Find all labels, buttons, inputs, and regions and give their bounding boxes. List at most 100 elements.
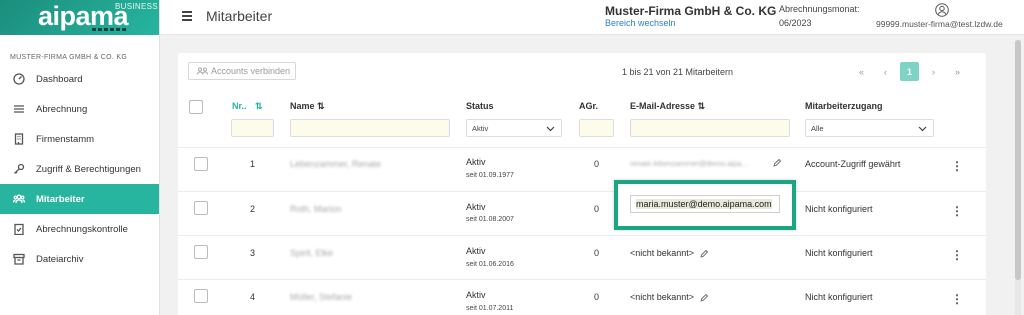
user-account-icon[interactable] xyxy=(935,3,949,17)
sidebar-item-mitarbeiter[interactable]: Mitarbeiter xyxy=(0,184,159,214)
row-email: <nicht bekannt> xyxy=(630,292,708,302)
pagination-summary: 1 bis 21 von 21 Mitarbeitern xyxy=(622,67,734,77)
row-checkbox[interactable] xyxy=(194,289,208,303)
filter-status-select[interactable]: Aktiv xyxy=(466,119,562,137)
sidebar-item-label: Abrechnung xyxy=(36,103,88,115)
row-agr: 0 xyxy=(594,159,600,169)
edit-email-icon[interactable] xyxy=(700,293,708,302)
pagination: « ‹ 1 › » xyxy=(852,62,972,81)
row-agr: 0 xyxy=(594,248,600,258)
row-email-value: <nicht bekannt> xyxy=(630,292,695,302)
chevron-down-icon xyxy=(918,126,927,132)
row-status: Aktiv xyxy=(466,202,486,212)
row-status: Aktiv xyxy=(466,246,486,256)
sidebar-item-dateiarchiv[interactable]: Dateiarchiv xyxy=(0,244,159,274)
row-status-since: seit 01.07.2011 xyxy=(466,305,514,312)
period-label: Abrechnungsmonat: xyxy=(779,4,860,14)
row-status: Aktiv xyxy=(466,157,486,167)
filter-agr-input[interactable] xyxy=(579,119,614,137)
users-icon xyxy=(12,192,26,206)
edit-email-icon[interactable] xyxy=(773,159,781,167)
next-page-button[interactable]: › xyxy=(924,62,943,81)
column-header-name[interactable]: Name ⇅ xyxy=(290,101,325,112)
company-name: Muster-Firma GmbH & Co. KG xyxy=(605,4,777,18)
edit-email-icon[interactable] xyxy=(700,249,708,258)
sidebar-item-label: Dateiarchiv xyxy=(36,253,84,265)
row-name[interactable]: Roth, Marion xyxy=(290,204,342,214)
row-name[interactable]: Spirit, Elke xyxy=(290,248,333,258)
column-header-nr-label: Nr.. xyxy=(232,101,247,111)
select-all-checkbox[interactable] xyxy=(189,100,203,114)
last-page-button[interactable]: » xyxy=(948,62,967,81)
prev-page-button[interactable]: ‹ xyxy=(876,62,895,81)
sidebar-item-zugriff[interactable]: Zugriff & Berechtigungen xyxy=(0,154,159,184)
row-status-since: seit 01.08.2007 xyxy=(466,216,514,223)
row-divider xyxy=(178,147,986,148)
sidebar: aipama BUSINESS MUSTER-FIRMA GMBH & CO. … xyxy=(0,0,160,315)
row-access: Account-Zugriff gewährt xyxy=(805,159,901,169)
row-nr: 2 xyxy=(250,204,256,214)
sort-filter-icon[interactable]: ⇅ xyxy=(255,101,263,111)
row-divider xyxy=(178,191,986,192)
employee-table-card: Accounts verbinden 1 bis 21 von 21 Mitar… xyxy=(178,53,986,315)
filter-status-value: Aktiv xyxy=(472,123,489,133)
filter-access-select[interactable]: Alle xyxy=(805,119,934,137)
connect-accounts-label: Accounts verbinden xyxy=(211,66,291,76)
menu-toggle-icon[interactable] xyxy=(182,11,192,21)
scrollbar[interactable] xyxy=(1015,40,1021,315)
row-more-icon[interactable]: ⋮ xyxy=(951,249,963,261)
switch-area-link[interactable]: Bereich wechseln xyxy=(605,18,676,28)
row-agr: 0 xyxy=(594,292,600,302)
page-1-button[interactable]: 1 xyxy=(900,62,919,81)
row-checkbox[interactable] xyxy=(194,245,208,259)
row-divider xyxy=(178,235,986,236)
first-page-button[interactable]: « xyxy=(852,62,871,81)
row-more-icon[interactable]: ⋮ xyxy=(951,293,963,305)
row-name[interactable]: Lebenzammer, Renate xyxy=(290,159,381,169)
row-email-value: <nicht bekannt> xyxy=(630,248,695,258)
filter-email-input[interactable] xyxy=(630,119,790,137)
filter-nr-input[interactable] xyxy=(231,119,274,137)
top-header: Mitarbeiter Muster-Firma GmbH & Co. KG B… xyxy=(160,0,1024,35)
link-users-icon xyxy=(197,67,208,75)
user-email[interactable]: 99999.muster-firma@test.lzdw.de xyxy=(876,19,1003,29)
sidebar-item-dashboard[interactable]: Dashboard xyxy=(0,64,159,94)
row-more-icon[interactable]: ⋮ xyxy=(951,160,963,172)
sidebar-item-label: Zugriff & Berechtigungen xyxy=(36,163,141,175)
key-icon xyxy=(12,162,26,176)
row-checkbox[interactable] xyxy=(194,201,208,215)
list-icon xyxy=(12,102,26,116)
column-header-status: Status xyxy=(466,101,494,111)
column-header-nr[interactable]: Nr.. ⇅ xyxy=(232,101,263,112)
sidebar-item-label: Abrechnungskontrolle xyxy=(36,223,128,235)
logo-dots xyxy=(92,28,126,31)
clipboard-check-icon xyxy=(12,222,26,236)
scrollbar-thumb[interactable] xyxy=(1015,40,1021,280)
sidebar-item-abrechnung[interactable]: Abrechnung xyxy=(0,94,159,124)
column-header-agr: AGr. xyxy=(579,101,599,111)
row-name[interactable]: Müller, Stefanie xyxy=(290,292,352,302)
row-agr: 0 xyxy=(594,204,600,214)
page-title: Mitarbeiter xyxy=(206,8,273,24)
row-status: Aktiv xyxy=(466,290,486,300)
email-edit-value: maria.muster@demo.aipama.com xyxy=(636,199,772,209)
filter-name-input[interactable] xyxy=(290,119,450,137)
column-header-email[interactable]: E-Mail-Adresse ⇅ xyxy=(630,101,705,112)
sidebar-item-label: Dashboard xyxy=(36,73,83,85)
row-divider xyxy=(178,279,986,280)
row-access: Nicht konfiguriert xyxy=(805,248,873,258)
connect-accounts-button[interactable]: Accounts verbinden xyxy=(188,62,296,80)
sidebar-company-label: MUSTER-FIRMA GMBH & CO. KG xyxy=(10,54,128,61)
building-icon xyxy=(12,132,26,146)
row-status-since: seit 01.09.1977 xyxy=(466,172,514,179)
row-checkbox[interactable] xyxy=(194,157,208,171)
sidebar-item-abrechnungskontrolle[interactable]: Abrechnungskontrolle xyxy=(0,214,159,244)
app-logo[interactable]: aipama BUSINESS xyxy=(0,0,159,35)
sidebar-item-label: Firmenstamm xyxy=(36,133,95,145)
email-edit-input[interactable]: maria.muster@demo.aipama.com xyxy=(630,195,780,213)
dashboard-icon xyxy=(12,72,26,86)
row-nr: 4 xyxy=(250,292,256,302)
sidebar-item-firmenstamm[interactable]: Firmenstamm xyxy=(0,124,159,154)
row-more-icon[interactable]: ⋮ xyxy=(951,205,963,217)
row-email: <nicht bekannt> xyxy=(630,248,708,258)
